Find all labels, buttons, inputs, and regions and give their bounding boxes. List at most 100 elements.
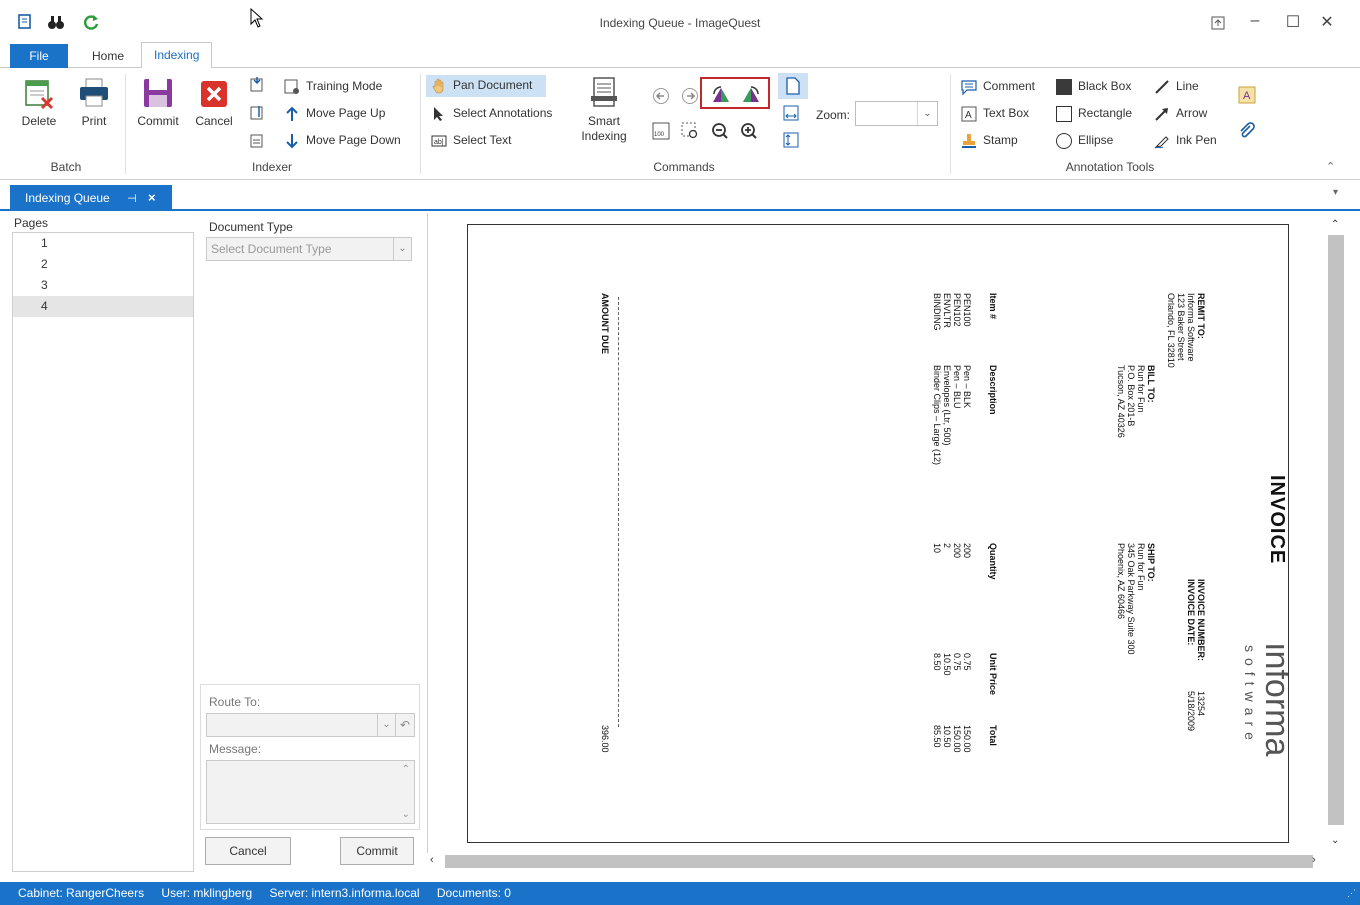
black-box-button[interactable]: Black Box (1056, 76, 1131, 96)
bill-to-line: Run for Fun (1136, 365, 1146, 413)
close-tab-icon[interactable]: × (148, 190, 156, 205)
select-text-button[interactable]: ab| Select Text (431, 130, 511, 150)
fit-height-icon[interactable] (782, 131, 800, 149)
rectangle-label: Rectangle (1078, 106, 1133, 120)
invoice-date-label: INVOICE DATE: (1186, 579, 1196, 646)
move-page-down-button[interactable]: Move Page Down (284, 130, 401, 150)
save-icon (144, 79, 172, 107)
page-list-item[interactable]: 3 (13, 275, 193, 296)
scroll-up-icon[interactable]: ⌃ (1331, 219, 1339, 230)
tab-list-dropdown-icon[interactable]: ▾ (1333, 187, 1338, 198)
arrow-up-icon (286, 106, 298, 121)
page-list-item[interactable]: 1 (13, 233, 193, 254)
minimize-button[interactable]: – (1245, 12, 1265, 30)
black-box-label: Black Box (1078, 79, 1132, 93)
pin-ribbon-icon[interactable] (1211, 16, 1225, 30)
stamp-button[interactable]: Stamp (961, 130, 1018, 150)
close-window-button[interactable]: ✕ (1317, 12, 1337, 32)
pin-icon[interactable]: ⊣ (127, 193, 137, 205)
batch-group-label: Batch (50, 160, 82, 174)
attachment-icon[interactable] (1238, 122, 1256, 140)
status-documents: Documents: 0 (436, 886, 511, 900)
print-button[interactable]: Print (74, 76, 114, 128)
row-unit-price: 0.75 (952, 653, 962, 671)
tab-home[interactable]: Home (80, 44, 136, 68)
cancel-ribbon-button[interactable]: Cancel (192, 76, 236, 128)
row-description: Pen – BLK (962, 365, 972, 409)
invoice-number: 13254 (1196, 691, 1206, 717)
collapse-ribbon-icon[interactable]: ⌃ (1326, 160, 1335, 173)
scroll-up-icon[interactable]: ⌃ (402, 764, 410, 775)
page-list-item-selected[interactable]: 4 (13, 296, 193, 317)
arrow-button[interactable]: Arrow (1154, 103, 1207, 123)
text-select-icon: ab| (431, 135, 447, 147)
tab-indexing[interactable]: Indexing (141, 42, 213, 69)
rectangle-button[interactable]: Rectangle (1056, 103, 1132, 123)
tab-file[interactable]: File (10, 44, 68, 68)
vertical-scroll-thumb[interactable] (1328, 235, 1344, 825)
ribbon: Delete Print Batch Commit Cancel Trainin… (0, 68, 1360, 180)
indexer-group-label: Indexer (251, 160, 293, 174)
scroll-left-icon[interactable]: ‹ (430, 854, 434, 866)
indexing-panel: Document Type Select Document Type ⌄ Rou… (198, 213, 424, 873)
comment-button[interactable]: Comment (961, 76, 1035, 96)
arrow-label: Arrow (1176, 106, 1208, 120)
ink-pen-label: Ink Pen (1176, 133, 1217, 147)
zoom-selection-icon[interactable] (681, 122, 699, 140)
move-page-up-button[interactable]: Move Page Up (284, 103, 385, 123)
divider (950, 74, 951, 174)
ellipse-button[interactable]: Ellipse (1056, 130, 1113, 150)
ship-to-line: Phoenix, AZ 60466 (1116, 543, 1126, 620)
hand-icon (432, 78, 444, 94)
select-annotations-button[interactable]: Select Annotations (431, 103, 552, 123)
next-page-icon[interactable] (681, 87, 699, 105)
page-list-item[interactable]: 2 (13, 254, 193, 275)
delete-button[interactable]: Delete (16, 76, 62, 128)
ellipse-label: Ellipse (1078, 133, 1114, 147)
vertical-scrollbar[interactable]: ⌃ ⌄ (1325, 213, 1347, 856)
document-type-dropdown[interactable]: Select Document Type ⌄ (206, 237, 412, 261)
text-box-icon: A (961, 106, 977, 122)
maximize-button[interactable]: ☐ (1283, 12, 1303, 32)
index-list-icon[interactable] (249, 132, 265, 148)
zoom-in-icon[interactable] (740, 122, 758, 140)
fit-width-icon[interactable] (782, 104, 800, 122)
zoom-100-icon[interactable]: 100 (652, 122, 670, 140)
row-unit-price: 0.75 (962, 653, 972, 671)
message-textarea[interactable]: ⌃ ⌄ (206, 760, 415, 824)
row-description: Binder Clips – Large (12) (932, 365, 942, 466)
training-mode-button[interactable]: Training Mode (284, 76, 382, 96)
commit-ribbon-button[interactable]: Commit (136, 76, 180, 128)
line-button[interactable]: Line (1154, 76, 1199, 96)
commit-button[interactable]: Commit (340, 837, 414, 865)
text-box-button[interactable]: A Text Box (961, 103, 1029, 123)
smart-indexing-button[interactable]: Smart Indexing (576, 76, 632, 144)
tab-indexing-queue[interactable]: Indexing Queue ⊣ × (10, 185, 172, 211)
scroll-right-icon[interactable]: › (1312, 854, 1316, 866)
zoom-dropdown[interactable]: ⌄ (855, 101, 938, 126)
indexing-queue-tab-label: Indexing Queue (25, 191, 110, 205)
zoom-out-icon[interactable] (711, 122, 729, 140)
rotate-right-icon[interactable] (740, 84, 762, 104)
horizontal-scroll-thumb[interactable] (445, 855, 1313, 868)
rotate-left-icon[interactable] (710, 84, 732, 104)
pan-document-button[interactable]: Pan Document (426, 75, 546, 97)
index-reorder-icon[interactable] (249, 104, 265, 120)
status-server: Server: intern3.informa.local (269, 886, 420, 900)
status-user: User: mklingberg (161, 886, 253, 900)
scroll-down-icon[interactable]: ⌄ (402, 809, 410, 820)
previous-page-icon[interactable] (652, 87, 670, 105)
annotation-tools-group-label: Annotation Tools (1065, 160, 1155, 174)
route-undo-button[interactable]: ↶ (395, 713, 415, 737)
index-next-icon[interactable] (249, 76, 265, 92)
scroll-down-icon[interactable]: ⌄ (1331, 835, 1339, 846)
chevron-down-icon: ⌄ (393, 238, 411, 260)
route-to-dropdown[interactable]: ⌄ (206, 713, 396, 737)
document-viewer[interactable]: INVOICE informa software REMIT TO: Infor… (427, 213, 1347, 856)
fit-page-button[interactable] (778, 73, 808, 99)
horizontal-scrollbar[interactable]: ‹ › (427, 853, 1347, 871)
ink-pen-button[interactable]: Ink Pen (1154, 130, 1217, 150)
font-color-icon[interactable]: A (1238, 86, 1256, 104)
resize-grip-icon[interactable]: ⋰ (1347, 882, 1356, 905)
cancel-button[interactable]: Cancel (205, 837, 291, 865)
